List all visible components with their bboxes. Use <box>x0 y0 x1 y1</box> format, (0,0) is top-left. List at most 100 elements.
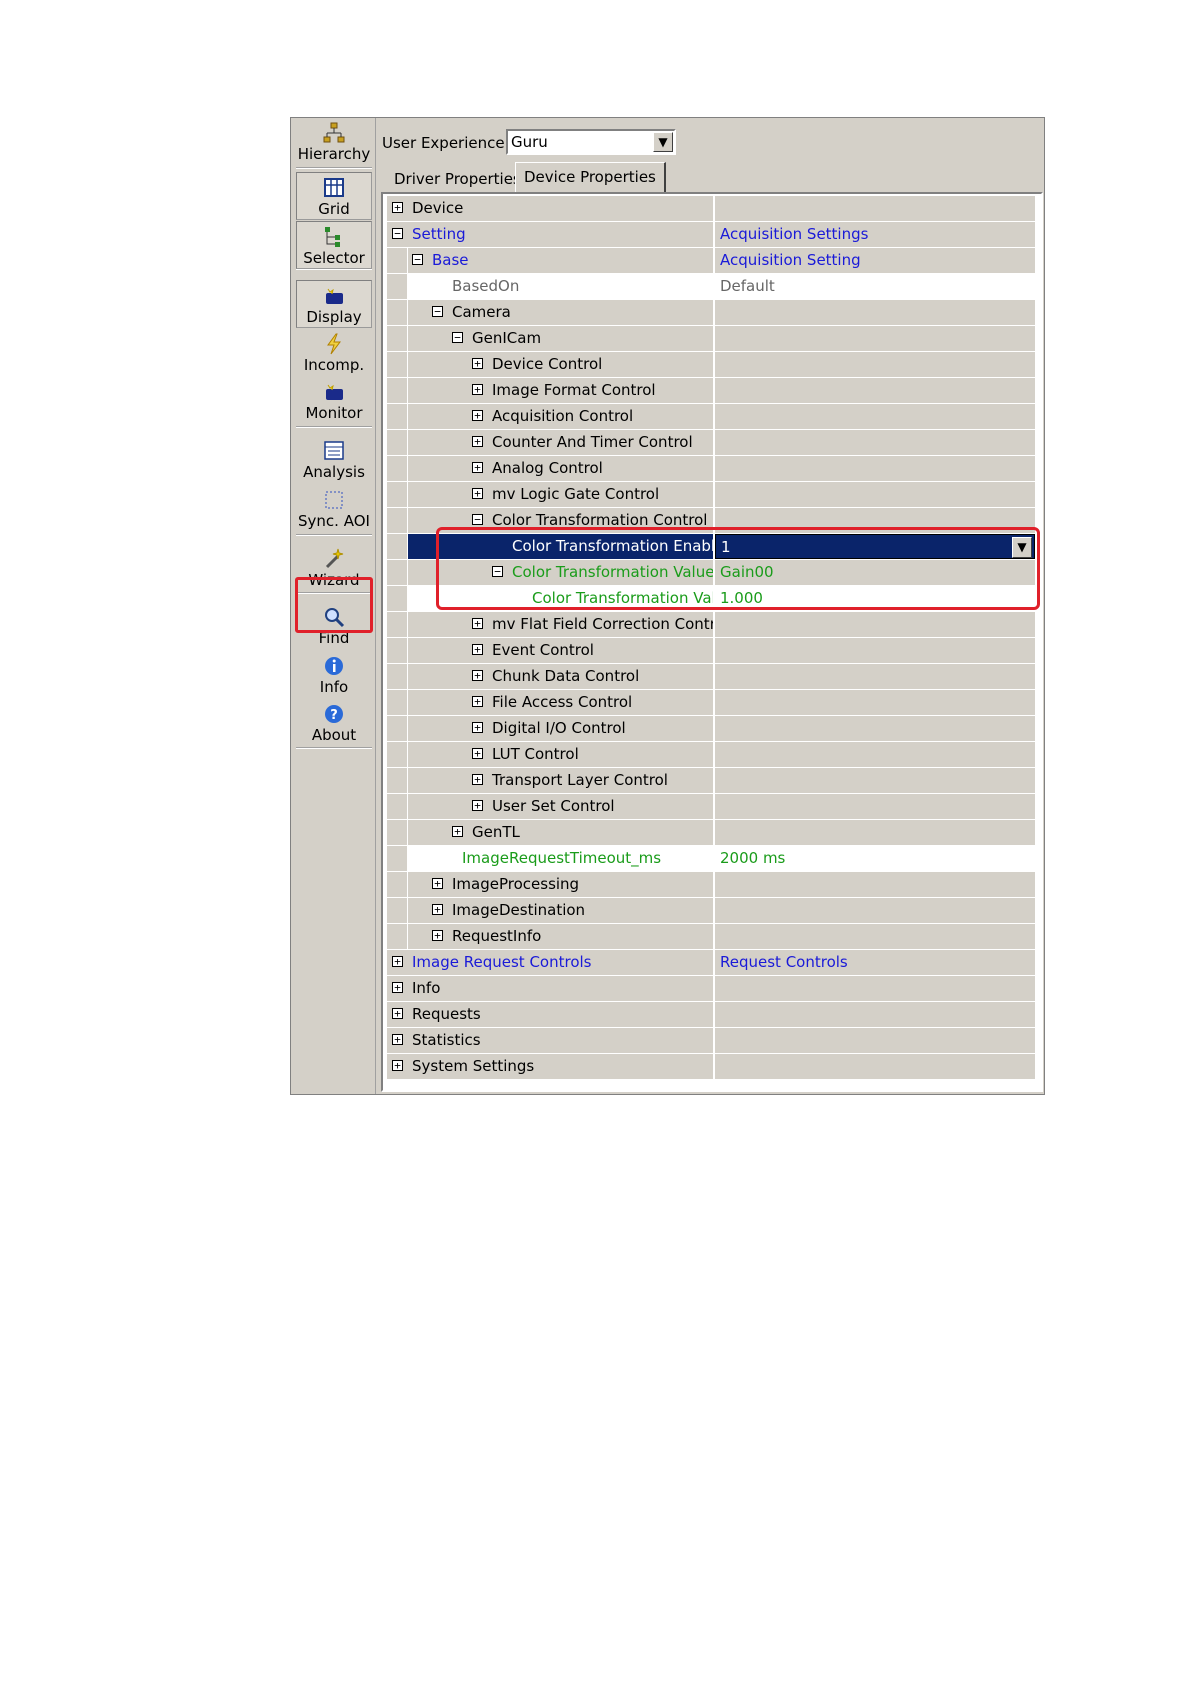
property-name-cell[interactable]: Color Transformation Enable <box>387 534 714 559</box>
property-row[interactable]: + User Set Control <box>387 794 1035 820</box>
property-value-cell[interactable]: Request Controls <box>715 950 1035 975</box>
property-name-cell[interactable]: + Image Format Control <box>387 378 714 403</box>
property-value-cell[interactable] <box>715 1028 1035 1053</box>
property-value-cell[interactable] <box>715 300 1035 325</box>
user-experience-select[interactable]: Guru ▼ <box>506 129 676 155</box>
expand-icon[interactable]: + <box>472 358 483 369</box>
property-row[interactable]: BasedOn Default <box>387 274 1035 300</box>
property-row[interactable]: + Chunk Data Control <box>387 664 1035 690</box>
property-row[interactable]: Color Transformation Value 1.000 <box>387 586 1035 612</box>
property-row[interactable]: + mv Flat Field Correction Control <box>387 612 1035 638</box>
property-row[interactable]: + Acquisition Control <box>387 404 1035 430</box>
property-row[interactable]: − Color Transformation Value Gain00 <box>387 560 1035 586</box>
property-name-cell[interactable]: ImageRequestTimeout_ms <box>387 846 714 871</box>
property-row[interactable]: ImageRequestTimeout_ms 2000 ms <box>387 846 1035 872</box>
expand-icon[interactable]: + <box>392 1008 403 1019</box>
tab-device-properties[interactable]: Device Properties <box>515 162 666 193</box>
expand-icon[interactable]: + <box>392 982 403 993</box>
collapse-icon[interactable]: − <box>432 306 443 317</box>
property-row[interactable]: + Event Control <box>387 638 1035 664</box>
property-name-cell[interactable]: − Color Transformation Value <box>387 560 714 585</box>
property-value-cell[interactable]: 2000 ms <box>715 846 1035 871</box>
property-name-cell[interactable]: + mv Logic Gate Control <box>387 482 714 507</box>
toolbar-analysis-button[interactable]: Analysis <box>296 436 372 484</box>
expand-icon[interactable]: + <box>472 436 483 447</box>
property-name-cell[interactable]: + Acquisition Control <box>387 404 714 429</box>
property-name-cell[interactable]: + File Access Control <box>387 690 714 715</box>
property-value-cell[interactable] <box>715 638 1035 663</box>
property-value-cell[interactable] <box>715 924 1035 949</box>
property-name-cell[interactable]: − Camera <box>387 300 714 325</box>
property-row[interactable]: + ImageProcessing <box>387 872 1035 898</box>
property-value-cell[interactable] <box>715 352 1035 377</box>
property-value-cell[interactable] <box>715 1054 1035 1079</box>
property-name-cell[interactable]: + GenTL <box>387 820 714 845</box>
property-value-cell[interactable] <box>715 508 1035 533</box>
property-value-cell[interactable] <box>715 820 1035 845</box>
property-name-cell[interactable]: Color Transformation Value <box>387 586 714 611</box>
property-name-cell[interactable]: − Setting <box>387 222 714 247</box>
dropdown-arrow-icon[interactable]: ▼ <box>653 132 673 152</box>
expand-icon[interactable]: + <box>472 774 483 785</box>
property-name-cell[interactable]: + Chunk Data Control <box>387 664 714 689</box>
expand-icon[interactable]: + <box>472 488 483 499</box>
property-value-cell[interactable]: 1 ▼ <box>715 534 1035 559</box>
property-row[interactable]: + Image Format Control <box>387 378 1035 404</box>
property-name-cell[interactable]: − Base <box>387 248 714 273</box>
property-value-cell[interactable] <box>715 898 1035 923</box>
property-value-cell[interactable] <box>715 794 1035 819</box>
property-row[interactable]: + Transport Layer Control <box>387 768 1035 794</box>
collapse-icon[interactable]: − <box>472 514 483 525</box>
expand-icon[interactable]: + <box>432 930 443 941</box>
expand-icon[interactable]: + <box>432 878 443 889</box>
property-value-cell[interactable] <box>715 326 1035 351</box>
collapse-icon[interactable]: − <box>452 332 463 343</box>
property-row[interactable]: + Image Request Controls Request Controls <box>387 950 1035 976</box>
toolbar-incomp-button[interactable]: Incomp. <box>296 329 372 377</box>
expand-icon[interactable]: + <box>432 904 443 915</box>
property-name-cell[interactable]: + Transport Layer Control <box>387 768 714 793</box>
property-name-cell[interactable]: + ImageDestination <box>387 898 714 923</box>
expand-icon[interactable]: + <box>472 722 483 733</box>
property-row[interactable]: + Device Control <box>387 352 1035 378</box>
property-name-cell[interactable]: + Device Control <box>387 352 714 377</box>
property-row[interactable]: − Setting Acquisition Settings <box>387 222 1035 248</box>
toolbar-about-button[interactable]: ? About <box>296 699 372 747</box>
expand-icon[interactable]: + <box>472 462 483 473</box>
property-name-cell[interactable]: + Event Control <box>387 638 714 663</box>
toolbar-grid-button[interactable]: Grid <box>296 172 372 220</box>
property-name-cell[interactable]: + Digital I/O Control <box>387 716 714 741</box>
expand-icon[interactable]: + <box>472 410 483 421</box>
property-value-cell[interactable]: Default <box>715 274 1035 299</box>
property-name-cell[interactable]: + Counter And Timer Control <box>387 430 714 455</box>
collapse-icon[interactable]: − <box>412 254 423 265</box>
property-row[interactable]: + GenTL <box>387 820 1035 846</box>
property-value-cell[interactable] <box>715 664 1035 689</box>
property-name-cell[interactable]: + Requests <box>387 1002 714 1027</box>
property-name-cell[interactable]: + User Set Control <box>387 794 714 819</box>
property-value-cell[interactable] <box>715 378 1035 403</box>
property-value-cell[interactable] <box>715 716 1035 741</box>
expand-icon[interactable]: + <box>472 644 483 655</box>
property-row[interactable]: + Statistics <box>387 1028 1035 1054</box>
property-row[interactable]: + ImageDestination <box>387 898 1035 924</box>
property-value-cell[interactable] <box>715 404 1035 429</box>
property-value-cell[interactable] <box>715 456 1035 481</box>
property-name-cell[interactable]: − GenICam <box>387 326 714 351</box>
property-value-cell[interactable] <box>715 196 1035 221</box>
property-row[interactable]: + File Access Control <box>387 690 1035 716</box>
property-row[interactable]: + Info <box>387 976 1035 1002</box>
property-value-cell[interactable] <box>715 430 1035 455</box>
collapse-icon[interactable]: − <box>492 566 503 577</box>
expand-icon[interactable]: + <box>472 384 483 395</box>
property-value-cell[interactable]: 1.000 <box>715 586 1035 611</box>
property-row[interactable]: − Base Acquisition Setting <box>387 248 1035 274</box>
property-value-cell[interactable] <box>715 612 1035 637</box>
property-value-cell[interactable]: Gain00 <box>715 560 1035 585</box>
expand-icon[interactable]: + <box>392 202 403 213</box>
property-value-cell[interactable] <box>715 872 1035 897</box>
toolbar-hierarchy-button[interactable]: Hierarchy <box>296 118 372 166</box>
property-value-cell[interactable]: Acquisition Setting <box>715 248 1035 273</box>
property-row[interactable]: Color Transformation Enable 1 ▼ <box>387 534 1035 560</box>
tab-driver-properties[interactable]: Driver Properties <box>386 166 529 192</box>
